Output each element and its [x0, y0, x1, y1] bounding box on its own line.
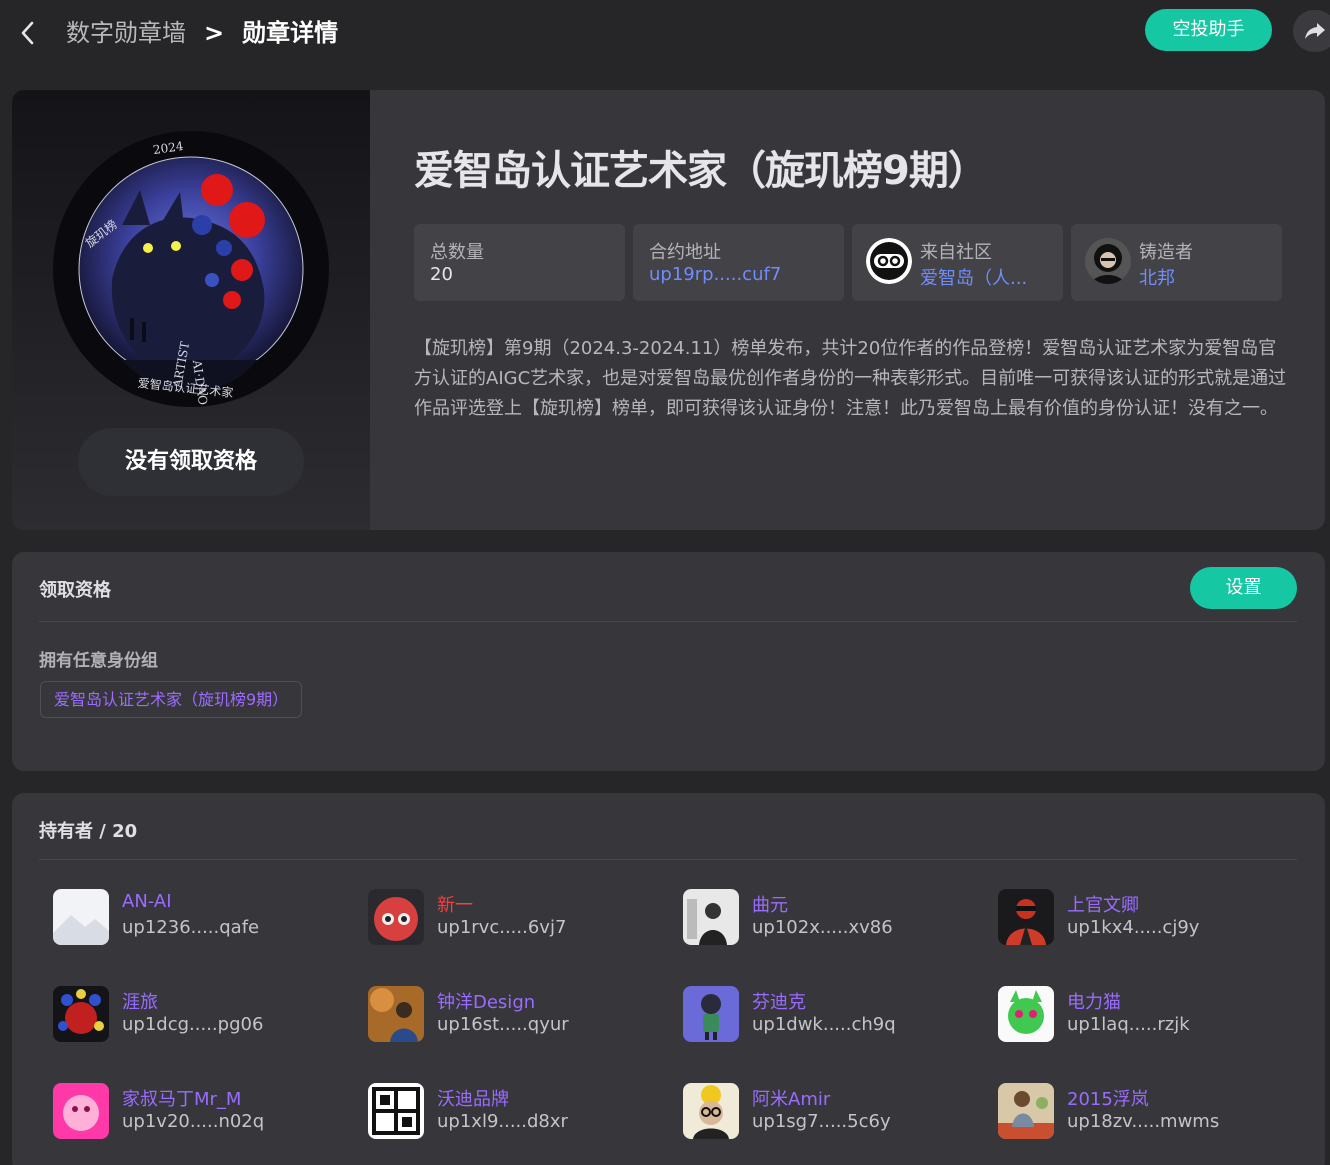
holder-avatar [368, 1083, 424, 1139]
holder-name[interactable]: 涯旅 [122, 988, 158, 1014]
holder-address: up16st.....qyur [437, 1014, 569, 1035]
holder-avatar [53, 1083, 109, 1139]
holder-avatar [998, 889, 1054, 945]
holder-avatar [683, 1083, 739, 1139]
holder-address: up1kx4.....cj9y [1067, 917, 1200, 938]
holder-name[interactable]: 2015浮岚 [1067, 1085, 1149, 1111]
holder-name[interactable]: 上官文卿 [1067, 891, 1139, 917]
holders-panel: 持有者 / 20 AN-AI up1236.....qafe 新一 up1rvc… [12, 793, 1325, 1165]
holder-avatar [683, 889, 739, 945]
community-card: 来自社区 爱智岛（人... [852, 224, 1063, 301]
divider [39, 859, 1297, 860]
holder-address: up1dwk.....ch9q [752, 1014, 896, 1035]
medal-image: 2024 旋玑榜 ARTIST AI·DAO 爱智岛认证艺术家 [53, 131, 329, 407]
holder-item[interactable]: 芬迪克 up1dwk.....ch9q [683, 986, 998, 1042]
community-logo-icon [866, 238, 912, 284]
holder-item[interactable]: 电力猫 up1laq.....rzjk [998, 986, 1313, 1042]
holder-avatar [53, 889, 109, 945]
holder-address: up1sg7.....5c6y [752, 1111, 891, 1132]
creator-avatar [1085, 238, 1131, 284]
airdrop-assistant-button[interactable]: 空投助手 [1145, 9, 1272, 51]
holder-address: up1xl9.....d8xr [437, 1111, 568, 1132]
holder-avatar [53, 986, 109, 1042]
holder-address: up1236.....qafe [122, 917, 260, 938]
holder-address: up18zv.....mwms [1067, 1111, 1220, 1132]
holder-avatar [998, 986, 1054, 1042]
total-count-card: 总数量 20 [414, 224, 625, 301]
holder-grid: AN-AI up1236.....qafe 新一 up1rvc.....6vj7… [53, 889, 1313, 1139]
creator-label: 铸造者 [1139, 242, 1193, 263]
holder-avatar [998, 1083, 1054, 1139]
holder-name[interactable]: 曲元 [752, 891, 788, 917]
holder-name[interactable]: 芬迪克 [752, 988, 806, 1014]
holder-address: up102x.....xv86 [752, 917, 893, 938]
eligibility-panel: 领取资格 设置 拥有任意身份组 爱智岛认证艺术家（旋玑榜9期） [12, 552, 1325, 771]
breadcrumb-parent[interactable]: 数字勋章墙 [66, 16, 186, 50]
medal-image-area: 2024 旋玑榜 ARTIST AI·DAO 爱智岛认证艺术家 没有领取资格 [12, 90, 370, 530]
total-count-value: 20 [430, 264, 453, 285]
holder-item[interactable]: 曲元 up102x.....xv86 [683, 889, 998, 945]
holder-item[interactable]: 沃迪品牌 up1xl9.....d8xr [368, 1083, 683, 1139]
condition-label: 拥有任意身份组 [39, 651, 158, 671]
medal-hero: 2024 旋玑榜 ARTIST AI·DAO 爱智岛认证艺术家 没有领取资格 爱… [12, 90, 1325, 530]
breadcrumb-separator: > [204, 19, 225, 47]
medal-info-cards: 总数量 20 合约地址 up19rp.....cuf7 来自社区 爱智岛（人..… [414, 224, 1282, 301]
eligibility-title: 领取资格 [39, 580, 111, 601]
holder-item[interactable]: 家叔马丁Mr_M up1v20.....n02q [53, 1083, 368, 1139]
community-link[interactable]: 爱智岛（人... [920, 264, 1027, 290]
contract-card: 合约地址 up19rp.....cuf7 [633, 224, 844, 301]
medal-description: 【旋玑榜】第9期（2024.3-2024.11）榜单发布，共计20位作者的作品登… [414, 338, 1287, 419]
total-count-label: 总数量 [430, 242, 484, 263]
share-icon [1305, 23, 1325, 39]
holder-address: up1laq.....rzjk [1067, 1014, 1190, 1035]
holder-item[interactable]: 涯旅 up1dcg.....pg06 [53, 986, 368, 1042]
holder-address: up1dcg.....pg06 [122, 1014, 264, 1035]
share-button[interactable] [1293, 10, 1330, 52]
back-arrow-icon[interactable] [16, 18, 40, 48]
holder-name[interactable]: 家叔马丁Mr_M [122, 1085, 241, 1111]
holder-avatar [368, 986, 424, 1042]
settings-button[interactable]: 设置 [1190, 567, 1297, 609]
community-label: 来自社区 [920, 242, 992, 263]
creator-link[interactable]: 北邦 [1139, 264, 1175, 290]
contract-address-link[interactable]: up19rp.....cuf7 [649, 264, 781, 285]
holder-item[interactable]: 钟洋Design up16st.....qyur [368, 986, 683, 1042]
contract-label: 合约地址 [649, 242, 721, 263]
holder-name[interactable]: AN-AI [122, 891, 172, 912]
holder-name[interactable]: 电力猫 [1067, 988, 1121, 1014]
holder-item[interactable]: AN-AI up1236.....qafe [53, 889, 368, 945]
holder-item[interactable]: 阿米Amir up1sg7.....5c6y [683, 1083, 998, 1139]
holder-item[interactable]: 新一 up1rvc.....6vj7 [368, 889, 683, 945]
breadcrumb: 数字勋章墙 > 勋章详情 [66, 16, 338, 50]
no-eligibility-button[interactable]: 没有领取资格 [78, 428, 304, 496]
holder-name[interactable]: 阿米Amir [752, 1085, 830, 1111]
holders-title: 持有者 / 20 [39, 821, 138, 842]
creator-card: 铸造者 北邦 [1071, 224, 1282, 301]
holder-avatar [368, 889, 424, 945]
holder-avatar [683, 986, 739, 1042]
holder-item[interactable]: 2015浮岚 up18zv.....mwms [998, 1083, 1313, 1139]
holder-name[interactable]: 新一 [437, 891, 473, 917]
holder-name[interactable]: 钟洋Design [437, 988, 535, 1014]
medal-title: 爱智岛认证艺术家（旋玑榜9期） [414, 148, 988, 194]
holder-address: up1v20.....n02q [122, 1111, 265, 1132]
breadcrumb-current: 勋章详情 [242, 19, 339, 47]
divider [39, 621, 1297, 622]
holder-name[interactable]: 沃迪品牌 [437, 1085, 509, 1111]
top-bar: 数字勋章墙 > 勋章详情 空投助手 [0, 0, 1330, 70]
holder-item[interactable]: 上官文卿 up1kx4.....cj9y [998, 889, 1313, 945]
holder-address: up1rvc.....6vj7 [437, 917, 567, 938]
role-tag[interactable]: 爱智岛认证艺术家（旋玑榜9期） [40, 681, 303, 718]
